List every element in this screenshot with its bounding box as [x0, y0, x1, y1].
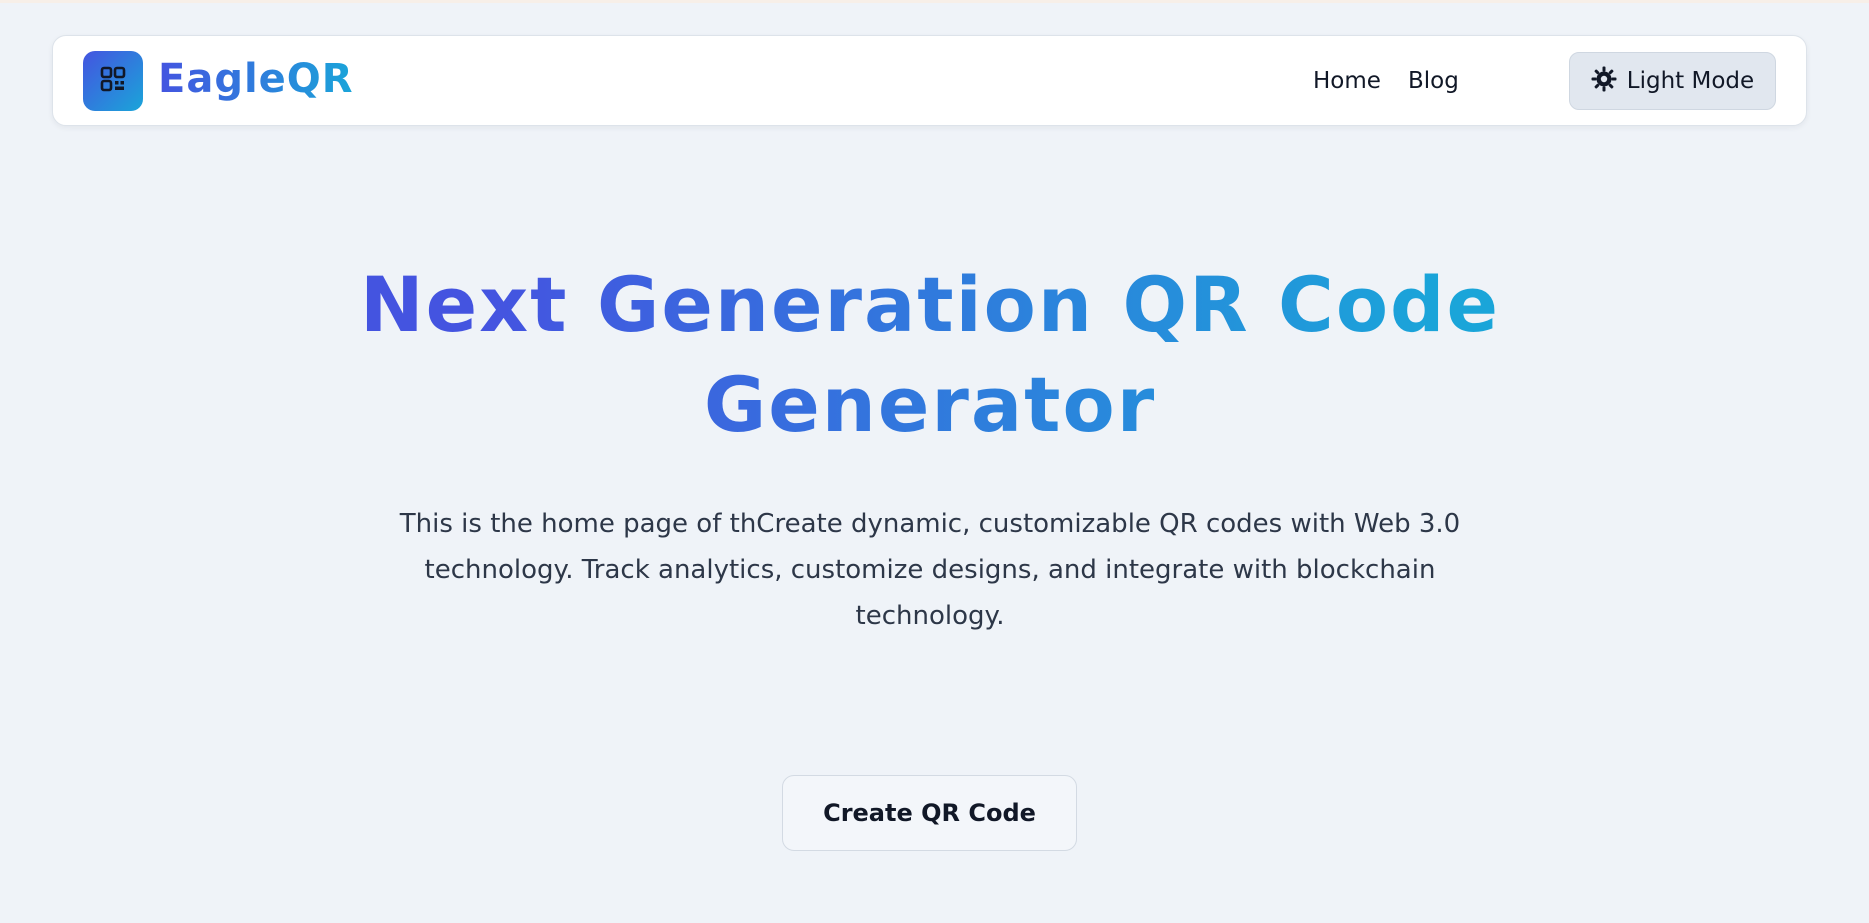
sun-icon: [1591, 66, 1617, 96]
qr-code-icon: [100, 66, 126, 96]
brand-name[interactable]: EagleQR: [158, 55, 354, 103]
nav-link-blog[interactable]: Blog: [1408, 67, 1459, 95]
top-edge-strip: [0, 0, 1869, 3]
hero-title: Next Generation QR Code Generator: [200, 255, 1660, 455]
nav-link-home[interactable]: Home: [1313, 67, 1381, 95]
light-mode-label: Light Mode: [1626, 68, 1755, 94]
logo[interactable]: [83, 51, 143, 111]
create-qr-code-button[interactable]: Create QR Code: [782, 775, 1077, 851]
navbar: EagleQR Home Blog Light Mode: [52, 35, 1807, 126]
light-mode-toggle-button[interactable]: Light Mode: [1569, 52, 1776, 110]
hero-description: This is the home page of thCreate dynami…: [399, 509, 1461, 631]
